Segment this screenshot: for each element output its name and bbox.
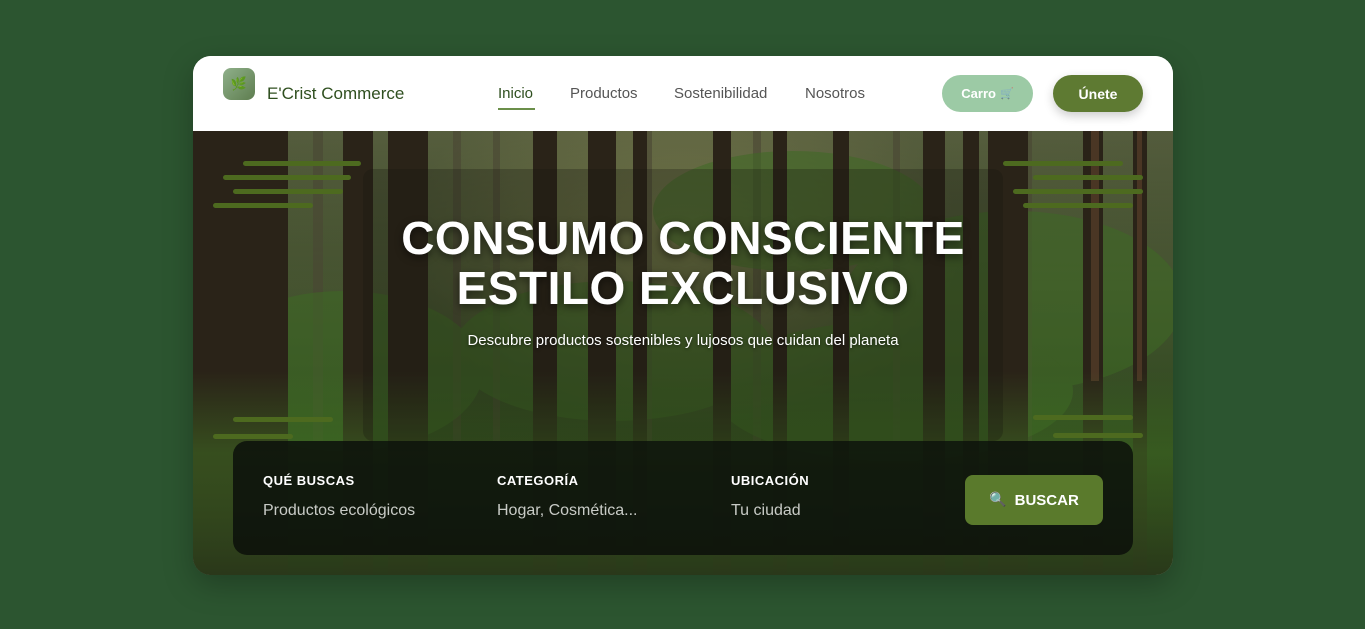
cart-button-label: Carro [961, 86, 996, 101]
nav-link-inicio[interactable]: Inicio [498, 85, 533, 102]
search-button[interactable]: 🔍 BUSCAR [965, 475, 1103, 525]
search-button-label: BUSCAR [1014, 491, 1079, 509]
decorative-stroke [213, 434, 293, 439]
decorative-stroke [1053, 433, 1143, 438]
decorative-stroke [213, 203, 313, 208]
hero-title-line-1: CONSUMO CONSCIENTE [401, 212, 965, 264]
cart-icon: 🛒 [999, 87, 1014, 100]
decorative-stroke [233, 189, 343, 194]
hero-title: CONSUMO CONSCIENTE ESTILO EXCLUSIVO [193, 213, 1173, 313]
search-field-label-category: CATEGORÍA [497, 473, 579, 488]
decorative-stroke [1033, 175, 1143, 180]
nav-link-productos[interactable]: Productos [570, 85, 638, 102]
decorative-stroke [243, 161, 361, 166]
navbar: 🌿 E'Crist Commerce Inicio Productos Sost… [193, 56, 1173, 131]
cart-button[interactable]: Carro 🛒 [942, 75, 1033, 112]
search-field-category[interactable]: Hogar, Cosmética... [497, 502, 638, 520]
search-field-what[interactable]: Productos ecológicos [263, 502, 415, 520]
decorative-stroke [233, 417, 333, 422]
search-field-label-what: QUÉ BUSCAS [263, 473, 355, 488]
hero-subtitle: Descubre productos sostenibles y lujosos… [467, 332, 899, 349]
hero-section: CONSUMO CONSCIENTE ESTILO EXCLUSIVO Desc… [193, 131, 1173, 575]
hero-title-line-2: ESTILO EXCLUSIVO [456, 262, 910, 314]
active-nav-underline [498, 108, 535, 110]
search-field-label-location: UBICACIÓN [731, 473, 810, 488]
decorative-stroke [223, 175, 351, 180]
decorative-stroke [1033, 415, 1133, 420]
decorative-stroke [1013, 189, 1143, 194]
search-field-location[interactable]: Tu ciudad [731, 502, 801, 520]
brand-name[interactable]: E'Crist Commerce [267, 84, 404, 104]
search-icon: 🔍 [989, 492, 1007, 508]
decorative-stroke [1003, 161, 1123, 166]
nav-link-sostenibilidad[interactable]: Sostenibilidad [674, 85, 767, 102]
join-button[interactable]: Únete [1053, 75, 1143, 112]
leaf-icon[interactable]: 🌿 [223, 68, 255, 100]
decorative-stroke [1023, 203, 1133, 208]
nav-link-nosotros[interactable]: Nosotros [805, 85, 865, 102]
search-bar: QUÉ BUSCAS Productos ecológicos CATEGORÍ… [233, 441, 1133, 555]
landing-card: 🌿 E'Crist Commerce Inicio Productos Sost… [193, 56, 1173, 575]
